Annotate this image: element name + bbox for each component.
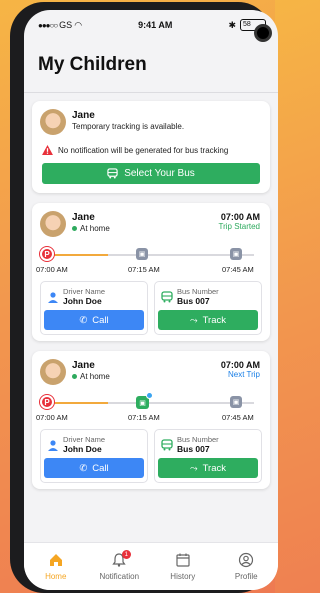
notification-badge: 1 [121,550,131,559]
warning-icon [42,145,53,155]
child-card-next-trip: Jane At home 07:00 AM Next Trip P ▣ ▣ 07… [32,351,270,489]
home-icon [49,554,62,566]
location-label: At home [80,372,110,381]
route-progress [46,402,109,404]
school-stop-icon: ▣ [230,396,242,408]
bus-box: Bus Number Bus 007 ⤳ Track [154,429,262,483]
tracking-status: Temporary tracking is available. [72,122,185,131]
child-location: At home [72,372,110,381]
app-screen: ●●●○○ GS ◠ 9:41 AM ✱ 58 My Children Jane… [24,10,278,590]
call-button[interactable]: ✆ Call [44,458,144,478]
tab-home[interactable]: Home [24,543,88,590]
bus-number: Bus 007 [177,296,210,306]
stop-time: 07:00 AM [36,413,68,422]
bus-icon [161,439,173,451]
tab-label: History [170,572,196,581]
status-bar: ●●●○○ GS ◠ 9:41 AM ✱ 58 [24,10,278,40]
signal-icon: ●●●○○ [38,20,58,30]
track-label: Track [202,462,226,474]
wifi-icon: ◠ [74,19,83,30]
avatar [40,359,66,385]
child-name: Jane [72,360,95,371]
route-icon: ⤳ [189,462,198,474]
call-label: Call [92,462,109,474]
status-time: 9:41 AM [138,20,173,30]
tab-profile[interactable]: Profile [215,543,279,590]
stop-time: 07:15 AM [128,413,160,422]
driver-icon [48,292,58,303]
warning-text: No notification will be generated for bu… [58,145,229,155]
child-card-temporary: Jane Temporary tracking is available. No… [32,101,270,193]
stop-time: 07:45 AM [222,413,254,422]
route-icon: ⤳ [189,314,198,326]
driver-label: Driver Name [63,435,106,444]
bus-label: Bus Number [177,287,219,296]
location-label: At home [80,224,110,233]
tab-history[interactable]: History [151,543,215,590]
tab-label: Profile [234,572,258,581]
online-dot-icon [72,226,77,232]
route-progress [46,254,109,256]
header-divider [24,92,278,93]
track-button[interactable]: ⤳ Track [158,458,258,478]
school-stop-icon: ▣ [230,248,242,260]
bottom-tab-bar: Home 1 Notification History Profile [24,542,278,590]
driver-icon [48,440,58,451]
driver-name: John Doe [63,444,102,454]
avatar [40,211,66,237]
driver-name: John Doe [63,296,102,306]
camera-icon [254,24,272,42]
call-button[interactable]: ✆ Call [44,310,144,330]
bus-icon [107,168,118,179]
check-icon [146,392,153,399]
phone-frame: ●●●○○ GS ◠ 9:41 AM ✱ 58 My Children Jane… [10,2,278,593]
driver-box: Driver Name John Doe ✆ Call [40,281,148,335]
bus-label: Bus Number [177,435,219,444]
child-card-trip: Jane At home 07:00 AM Trip Started P ▣ ▣… [32,203,270,341]
avatar [40,109,66,135]
track-button[interactable]: ⤳ Track [158,310,258,330]
bus-box: Bus Number Bus 007 ⤳ Track [154,281,262,335]
driver-box: Driver Name John Doe ✆ Call [40,429,148,483]
online-dot-icon [72,374,77,380]
calendar-icon [176,553,190,567]
page-title: My Children [38,54,147,75]
child-name: Jane [72,110,95,121]
bus-stop-icon: ▣ [136,248,148,260]
battery-level: 58 [243,21,251,28]
child-location: At home [72,224,110,233]
trip-time: 07:00 AM [220,360,260,370]
trip-time: 07:00 AM [220,212,260,222]
tab-label: Notification [99,572,140,581]
phone-icon: ✆ [79,462,88,474]
track-label: Track [202,314,226,326]
stop-time: 07:15 AM [128,265,160,274]
bluetooth-icon: ✱ [228,19,236,30]
carrier-label: GS [59,20,73,30]
bus-stop-icon: ▣ [136,392,153,409]
select-bus-button[interactable]: Select Your Bus [42,163,260,184]
driver-label: Driver Name [63,287,106,296]
trip-status: Trip Started [218,222,261,231]
status-left: ●●●○○ GS ◠ [38,20,82,31]
bus-icon [161,291,173,303]
select-bus-label: Select Your Bus [124,168,195,179]
stop-time: 07:45 AM [222,265,254,274]
pickup-stop-icon: P [40,395,54,409]
tab-label: Home [45,572,67,581]
child-name: Jane [72,212,95,223]
warning-message: No notification will be generated for bu… [42,145,228,155]
bus-number: Bus 007 [177,444,210,454]
phone-icon: ✆ [79,314,88,326]
user-icon [239,552,254,568]
stop-time: 07:00 AM [36,265,68,274]
pickup-stop-icon: P [40,247,54,261]
trip-status: Next Trip [227,370,260,379]
call-label: Call [92,314,109,326]
tab-notification[interactable]: 1 Notification [88,543,152,590]
